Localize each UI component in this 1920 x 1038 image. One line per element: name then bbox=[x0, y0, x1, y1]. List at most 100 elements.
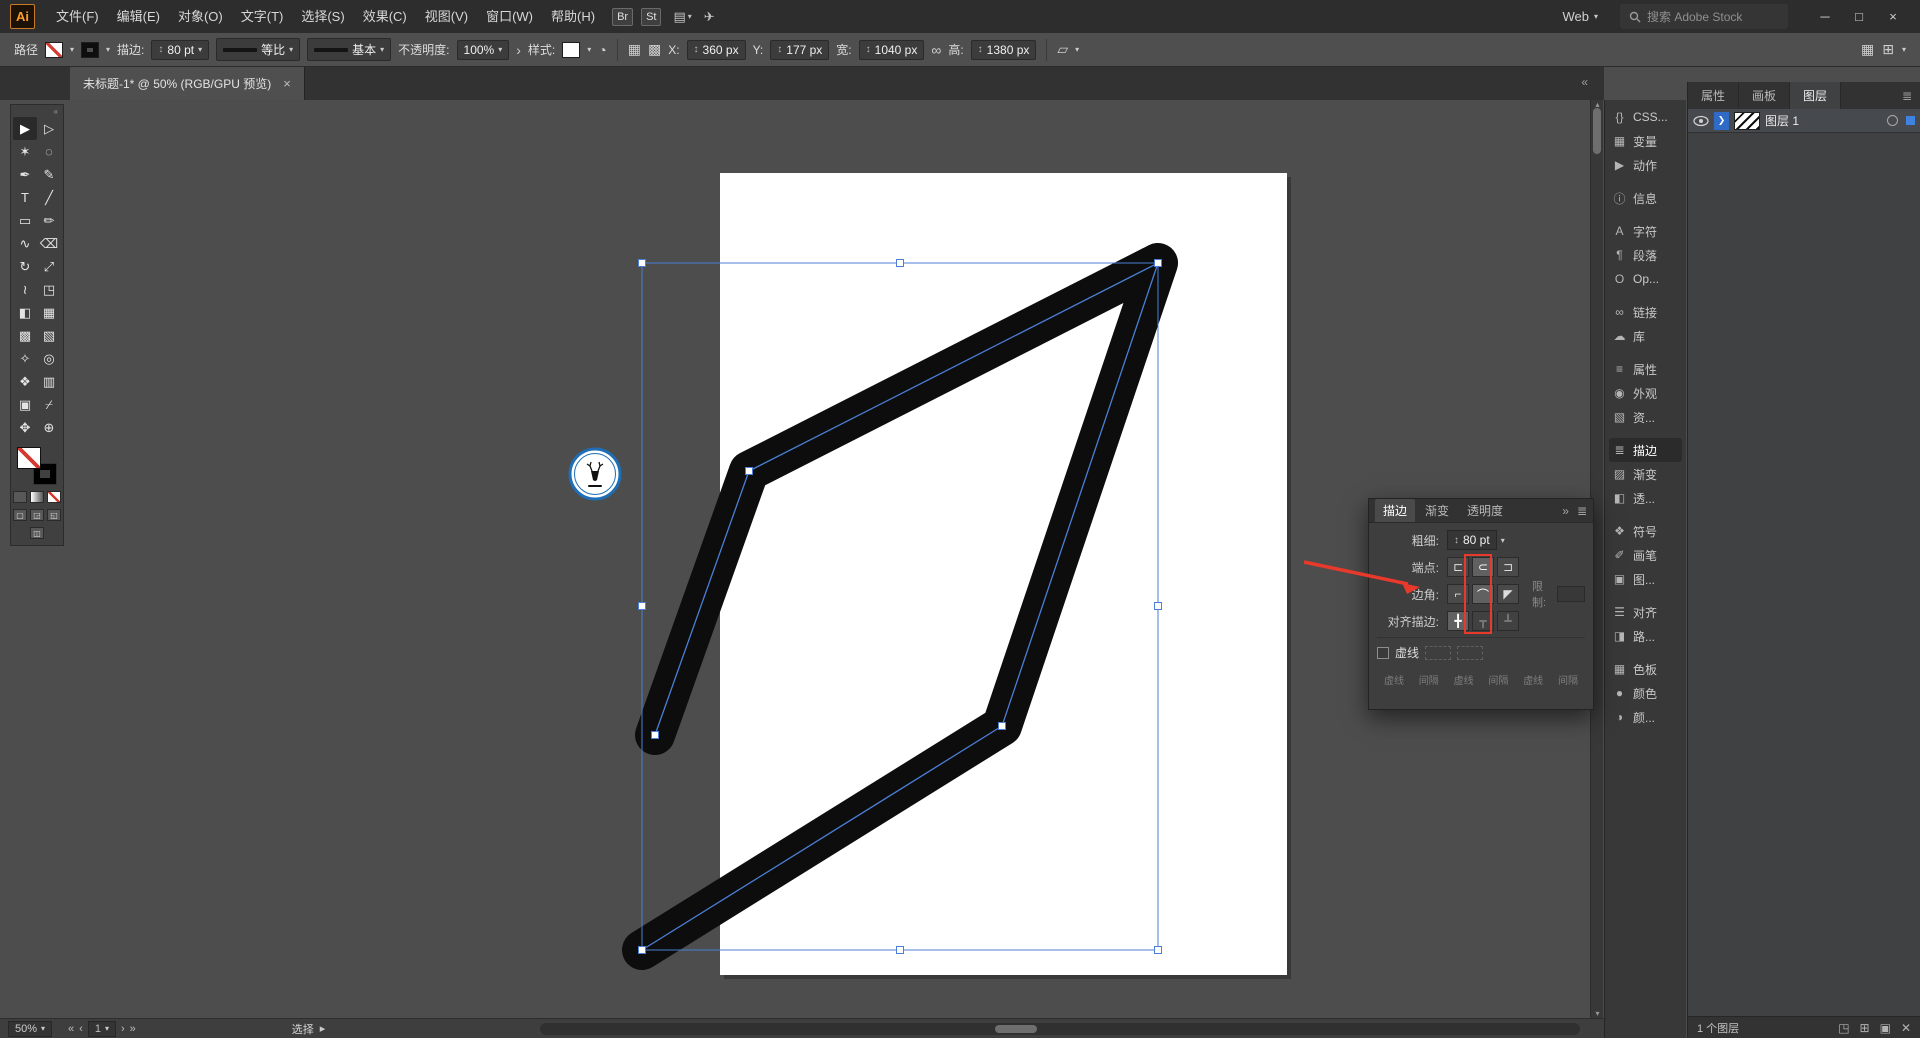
menu-item[interactable]: 文件(F) bbox=[47, 0, 108, 33]
dock-item-properties[interactable]: ≡属性 bbox=[1609, 357, 1682, 381]
layer-selection-indicator[interactable] bbox=[1906, 116, 1915, 125]
dock-item-swatches[interactable]: ▦色板 bbox=[1609, 657, 1682, 681]
dock-item-brushes[interactable]: ✐画笔 bbox=[1609, 543, 1682, 567]
opacity-expand-icon[interactable]: › bbox=[516, 42, 521, 58]
dock-item-transparency[interactable]: ◧透... bbox=[1609, 486, 1682, 510]
fill-indicator[interactable] bbox=[17, 447, 41, 469]
line-segment-tool[interactable]: ╱ bbox=[37, 186, 61, 209]
eraser-tool[interactable]: ⌫ bbox=[37, 232, 61, 255]
next-artboard-button[interactable]: › bbox=[121, 1023, 125, 1035]
canvas-svg[interactable] bbox=[0, 100, 1604, 1018]
corner-bevel-button[interactable]: ◤ bbox=[1497, 584, 1519, 604]
free-transform-tool[interactable]: ◳ bbox=[37, 278, 61, 301]
stroke-weight-stepper[interactable]: ↕ bbox=[158, 44, 163, 55]
shape-builder-tool[interactable]: ◧ bbox=[13, 301, 37, 324]
y-field[interactable]: ↕ 177 px bbox=[770, 40, 829, 60]
column-graph-tool[interactable]: ▥ bbox=[37, 370, 61, 393]
anchor-point[interactable] bbox=[1155, 260, 1162, 267]
collapse-panels-icon[interactable]: « bbox=[1581, 75, 1588, 89]
menu-item[interactable]: 窗口(W) bbox=[477, 0, 542, 33]
anchor-point[interactable] bbox=[897, 260, 904, 267]
align-stroke-inside-button[interactable]: ┳ bbox=[1472, 611, 1494, 631]
stock-search-input[interactable]: 搜索 Adobe Stock bbox=[1620, 4, 1788, 29]
direct-selection-tool[interactable]: ▷ bbox=[37, 117, 61, 140]
tab-layers[interactable]: 图层 bbox=[1790, 82, 1841, 109]
zoom-tool[interactable]: ⊕ bbox=[37, 416, 61, 439]
opacity-field[interactable]: 100% ▾ bbox=[457, 40, 510, 60]
dock-item-color[interactable]: ●颜色 bbox=[1609, 681, 1682, 705]
dock-item-assets[interactable]: ▧资... bbox=[1609, 405, 1682, 429]
style-caret-icon[interactable]: ▾ bbox=[587, 45, 591, 54]
artboard-number-field[interactable]: 1 ▾ bbox=[88, 1021, 116, 1037]
dock-item-variables[interactable]: ▦变量 bbox=[1609, 129, 1682, 153]
dock-item-pathfinder[interactable]: ◨路... bbox=[1609, 624, 1682, 648]
symbol-sprayer-tool[interactable]: ❖ bbox=[13, 370, 37, 393]
dock-item-appearance[interactable]: ◉外观 bbox=[1609, 381, 1682, 405]
menu-item[interactable]: 对象(O) bbox=[169, 0, 232, 33]
tab-artboards[interactable]: 画板 bbox=[1739, 82, 1790, 109]
deer-logo[interactable] bbox=[570, 449, 620, 499]
dock-item-css-export[interactable]: {}CSS... bbox=[1609, 105, 1682, 129]
none-mode-button[interactable] bbox=[47, 491, 61, 503]
stroke-panel-tab[interactable]: 描边 bbox=[1375, 499, 1415, 522]
pen-tool[interactable]: ✒ bbox=[13, 163, 37, 186]
dock-item-character[interactable]: A字符 bbox=[1609, 219, 1682, 243]
menu-item[interactable]: 效果(C) bbox=[354, 0, 416, 33]
anchor-point[interactable] bbox=[639, 947, 646, 954]
menu-item[interactable]: 视图(V) bbox=[416, 0, 477, 33]
status-flyout-icon[interactable]: ▸ bbox=[320, 1022, 326, 1035]
anchor-point[interactable] bbox=[639, 260, 646, 267]
rectangle-tool[interactable]: ▭ bbox=[13, 209, 37, 232]
stroke-weight-field[interactable]: ↕ 80 pt ▾ bbox=[151, 40, 209, 60]
fill-color-swatch[interactable] bbox=[45, 42, 63, 58]
panel-caret-icon[interactable]: ▾ bbox=[1902, 45, 1906, 54]
x-field[interactable]: ↕ 360 px bbox=[687, 40, 746, 60]
draw-inside-button[interactable]: ◱ bbox=[47, 509, 61, 521]
tools-panel-header[interactable]: « bbox=[13, 109, 61, 117]
dock-item-libraries[interactable]: ☁库 bbox=[1609, 324, 1682, 348]
minimize-button[interactable]: ─ bbox=[1808, 0, 1842, 33]
layer-name[interactable]: 图层 1 bbox=[1765, 112, 1799, 129]
scale-tool[interactable]: ⤢ bbox=[37, 255, 61, 278]
menu-item[interactable]: 选择(S) bbox=[292, 0, 353, 33]
close-button[interactable]: × bbox=[1876, 0, 1910, 33]
brush-definition-dropdown[interactable]: 基本 ▾ bbox=[307, 38, 391, 61]
perspective-grid-tool[interactable]: ▦ bbox=[37, 301, 61, 324]
expand-panel-icon[interactable]: » bbox=[1562, 504, 1569, 518]
transform-caret-icon[interactable]: ▾ bbox=[1075, 45, 1079, 54]
dock-item-graphic-styles[interactable]: ▣图... bbox=[1609, 567, 1682, 591]
horizontal-scroll-thumb[interactable] bbox=[995, 1025, 1037, 1033]
height-stepper[interactable]: ↕ bbox=[978, 44, 983, 55]
tab-close-icon[interactable]: × bbox=[283, 76, 291, 91]
arrange-documents-icon[interactable]: ▤ bbox=[673, 9, 685, 25]
align-stroke-center-button[interactable]: ╋ bbox=[1447, 611, 1469, 631]
anchor-point[interactable] bbox=[746, 468, 753, 475]
prev-artboard-button[interactable]: ‹ bbox=[79, 1023, 83, 1035]
lasso-tool[interactable]: ◌ bbox=[37, 140, 61, 163]
slice-tool[interactable]: ⌿ bbox=[37, 393, 61, 416]
transparency-panel-tab[interactable]: 透明度 bbox=[1459, 499, 1511, 522]
dock-item-info[interactable]: ⓘ信息 bbox=[1609, 186, 1682, 210]
dash-preset-button[interactable] bbox=[1457, 646, 1483, 660]
anchor-point[interactable] bbox=[639, 603, 646, 610]
gradient-panel-tab[interactable]: 渐变 bbox=[1417, 499, 1457, 522]
menu-item[interactable]: 帮助(H) bbox=[542, 0, 604, 33]
curvature-tool[interactable]: ✎ bbox=[37, 163, 61, 186]
width-field[interactable]: ↕ 1040 px bbox=[859, 40, 925, 60]
horizontal-scrollbar[interactable] bbox=[540, 1023, 1580, 1035]
gradient-tool[interactable]: ▧ bbox=[37, 324, 61, 347]
mesh-tool[interactable]: ▩ bbox=[13, 324, 37, 347]
x-stepper[interactable]: ↕ bbox=[694, 44, 699, 55]
menu-item[interactable]: 编辑(E) bbox=[108, 0, 169, 33]
last-artboard-button[interactable]: » bbox=[130, 1023, 136, 1035]
blend-tool[interactable]: ◎ bbox=[37, 347, 61, 370]
anchor-point[interactable] bbox=[999, 723, 1006, 730]
anchor-point[interactable] bbox=[897, 947, 904, 954]
selection-tool[interactable]: ▶ bbox=[13, 117, 37, 140]
visibility-eye-icon[interactable] bbox=[1693, 115, 1709, 127]
weight-caret-icon[interactable]: ▾ bbox=[1501, 536, 1505, 545]
anchor-point[interactable] bbox=[1155, 947, 1162, 954]
shear-icon[interactable]: ▱ bbox=[1057, 41, 1068, 58]
weight-field[interactable]: ↕ 80 pt bbox=[1447, 530, 1497, 550]
cap-round-button[interactable]: ⊂ bbox=[1472, 557, 1494, 577]
